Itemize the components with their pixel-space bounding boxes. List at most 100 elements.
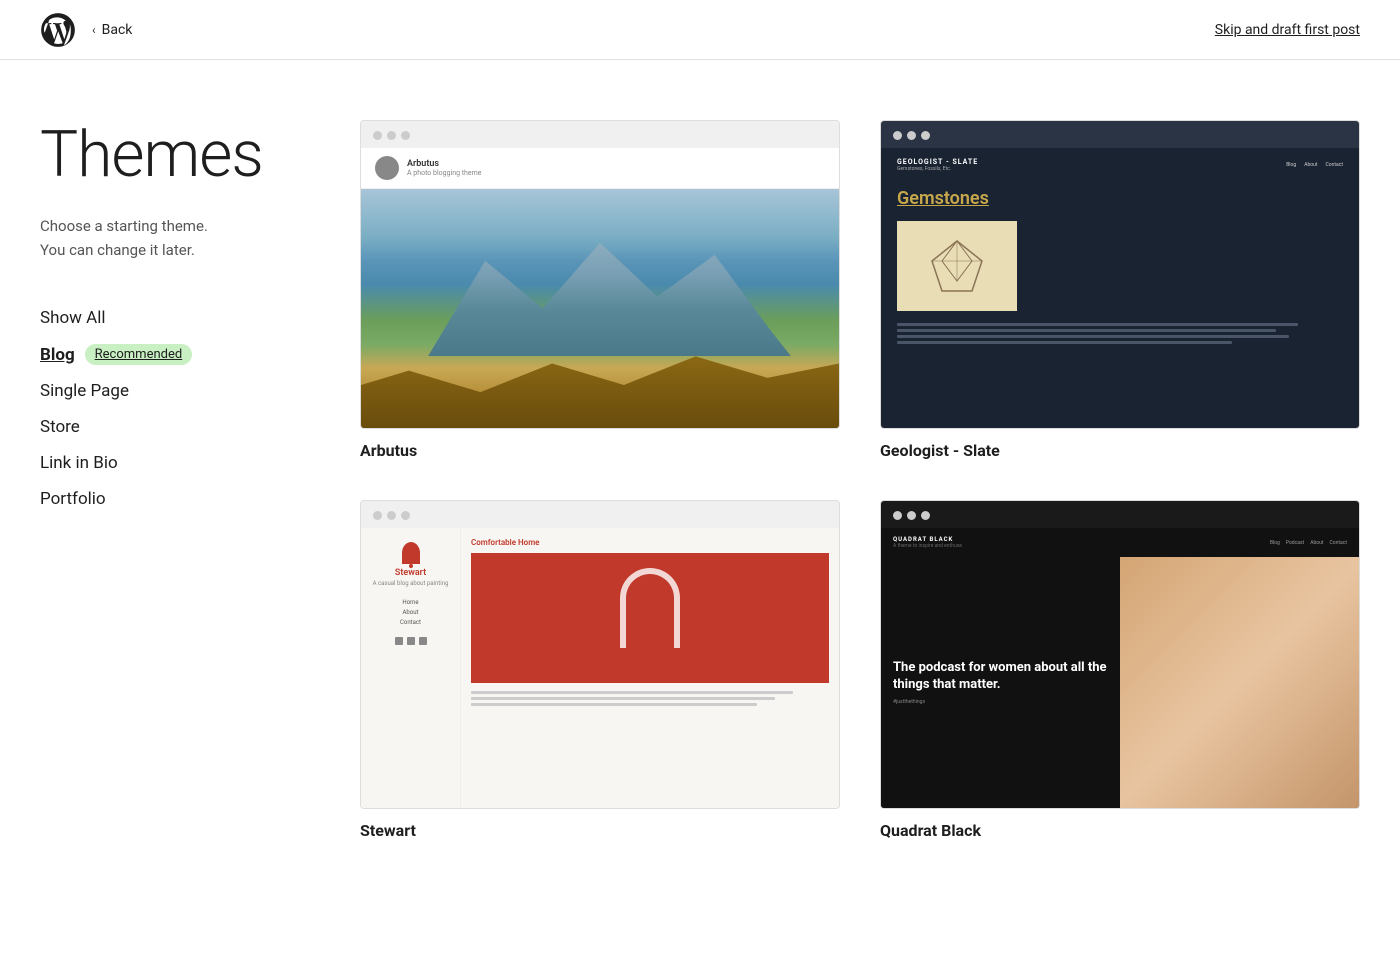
quadrat-preview-container: QUADRAT BLACK A theme to inspire and ent…: [880, 500, 1360, 809]
stewart-post-image: [471, 553, 829, 683]
dot-1: [893, 511, 902, 520]
stewart-logo: [402, 542, 420, 564]
geologist-site-tagline: Gemstones, Fossils, Etc.: [897, 166, 978, 172]
arbutus-screenshot: Arbutus A photo blogging theme: [361, 148, 839, 428]
recommended-badge: Recommended: [85, 344, 193, 365]
quadrat-headline: The podcast for women about all the thin…: [893, 660, 1108, 694]
theme-card-stewart[interactable]: Stewart A casual blog about painting Hom…: [360, 500, 840, 840]
dot-1: [893, 131, 902, 140]
window-controls: [881, 501, 1359, 528]
arbutus-blog-title: Arbutus: [407, 159, 481, 169]
stewart-text-1: [471, 691, 793, 694]
skip-link[interactable]: Skip and draft first post: [1215, 22, 1360, 38]
stewart-facebook-icon: [407, 637, 415, 645]
stewart-preview-container: Stewart A casual blog about painting Hom…: [360, 500, 840, 809]
stewart-main-content: Comfortable Home: [461, 528, 839, 808]
arbutus-avatar: [375, 156, 399, 180]
window-controls: [361, 501, 839, 528]
wordpress-logo[interactable]: [40, 12, 76, 48]
theme-card-arbutus[interactable]: Arbutus A photo blogging theme Arbutus: [360, 120, 840, 460]
quadrat-theme-name: Quadrat Black: [880, 821, 1360, 840]
stewart-nav-about: About: [403, 609, 419, 616]
arbutus-preview: Arbutus A photo blogging theme: [360, 120, 840, 429]
quadrat-nav-contact: Contact: [1330, 540, 1347, 546]
quadrat-brand: QUADRAT BLACK A theme to inspire and ent…: [893, 536, 962, 549]
theme-category-nav: Show All Blog Recommended Single Page St…: [40, 302, 300, 515]
gem-svg: [927, 236, 987, 296]
geologist-nav: GEOLOGIST - SLATE Gemstones, Fossils, Et…: [897, 158, 1343, 172]
geologist-preview-container: GEOLOGIST - SLATE Gemstones, Fossils, Et…: [880, 120, 1360, 429]
stewart-screenshot: Stewart A casual blog about painting Hom…: [361, 528, 839, 808]
window-controls: [361, 121, 839, 148]
geologist-site-title: GEOLOGIST - SLATE: [897, 158, 978, 166]
quadrat-nav-about: About: [1310, 540, 1323, 546]
dot-2: [387, 511, 396, 520]
arbutus-header: Arbutus A photo blogging theme: [361, 148, 839, 189]
dot-1: [373, 131, 382, 140]
theme-card-geologist-slate[interactable]: GEOLOGIST - SLATE Gemstones, Fossils, Et…: [880, 120, 1360, 460]
dot-3: [921, 511, 930, 520]
quadrat-nav-podcast: Podcast: [1286, 540, 1304, 546]
nav-item-blog[interactable]: Blog Recommended: [40, 338, 300, 371]
quadrat-nav: QUADRAT BLACK A theme to inspire and ent…: [881, 528, 1359, 557]
back-button[interactable]: ‹ Back: [92, 22, 132, 38]
stewart-post-title: Comfortable Home: [471, 538, 829, 547]
arbutus-blog-info: Arbutus A photo blogging theme: [407, 159, 481, 177]
arbutus-hero-image: [361, 189, 839, 428]
stewart-sidebar: Stewart A casual blog about painting Hom…: [361, 528, 461, 808]
arbutus-theme-name: Arbutus: [360, 441, 840, 460]
geologist-body-text: [897, 323, 1343, 347]
dot-3: [401, 131, 410, 140]
stewart-twitter-icon: [395, 637, 403, 645]
geologist-nav-blog: Blog: [1286, 162, 1296, 168]
theme-card-quadrat-black[interactable]: QUADRAT BLACK A theme to inspire and ent…: [880, 500, 1360, 840]
quadrat-nav-links: Blog Podcast About Contact: [1270, 540, 1347, 546]
dot-3: [401, 511, 410, 520]
geologist-nav-contact: Contact: [1326, 162, 1343, 168]
quadrat-tag: #justthethings: [893, 699, 1108, 705]
dot-3: [921, 131, 930, 140]
nav-item-show-all[interactable]: Show All: [40, 302, 300, 334]
sidebar: Themes Choose a starting theme. You can …: [40, 120, 300, 840]
geologist-brand: GEOLOGIST - SLATE Gemstones, Fossils, Et…: [897, 158, 978, 172]
stewart-tagline: A casual blog about painting: [373, 580, 449, 587]
nav-item-store[interactable]: Store: [40, 411, 300, 443]
stewart-theme-name: Stewart: [360, 821, 840, 840]
quadrat-hero-images: [1120, 557, 1359, 808]
quadrat-image-1: [1120, 557, 1359, 808]
back-label: Back: [102, 22, 133, 38]
stewart-instagram-icon: [419, 637, 427, 645]
main-content: Themes Choose a starting theme. You can …: [0, 60, 1400, 880]
geologist-gem-image: [897, 221, 1017, 311]
quadrat-hero: The podcast for women about all the thin…: [881, 557, 1359, 808]
dot-2: [907, 511, 916, 520]
page-subtitle: Choose a starting theme. You can change …: [40, 214, 300, 262]
stewart-nav-contact: Contact: [400, 619, 421, 626]
stewart-social-icons: [395, 637, 427, 645]
nav-item-portfolio[interactable]: Portfolio: [40, 483, 300, 515]
geologist-nav-links: Blog About Contact: [1286, 162, 1343, 168]
quadrat-screenshot: QUADRAT BLACK A theme to inspire and ent…: [881, 528, 1359, 808]
header-left: ‹ Back: [40, 12, 132, 48]
geologist-theme-name: Geologist - Slate: [880, 441, 1360, 460]
dot-2: [907, 131, 916, 140]
stewart-text-2: [471, 697, 775, 700]
window-controls: [881, 121, 1359, 148]
nav-item-single-page[interactable]: Single Page: [40, 375, 300, 407]
quadrat-brand-tagline: A theme to inspire and enthuse: [893, 543, 962, 549]
theme-grid: Arbutus A photo blogging theme Arbutus: [360, 120, 1360, 840]
geologist-nav-about: About: [1304, 162, 1317, 168]
quadrat-hero-text: The podcast for women about all the thin…: [881, 557, 1120, 808]
dot-2: [387, 131, 396, 140]
header: ‹ Back Skip and draft first post: [0, 0, 1400, 60]
nav-item-link-in-bio[interactable]: Link in Bio: [40, 447, 300, 479]
quadrat-brand-info: QUADRAT BLACK A theme to inspire and ent…: [893, 536, 962, 549]
stewart-nav-home: Home: [402, 599, 418, 606]
stewart-arch-decoration: [620, 568, 680, 648]
stewart-blog-name: Stewart: [395, 568, 426, 578]
geologist-content: Gemstones: [897, 188, 1343, 347]
back-chevron-icon: ‹: [92, 23, 96, 37]
geologist-screenshot: GEOLOGIST - SLATE Gemstones, Fossils, Et…: [881, 148, 1359, 428]
dot-1: [373, 511, 382, 520]
quadrat-nav-blog: Blog: [1270, 540, 1280, 546]
